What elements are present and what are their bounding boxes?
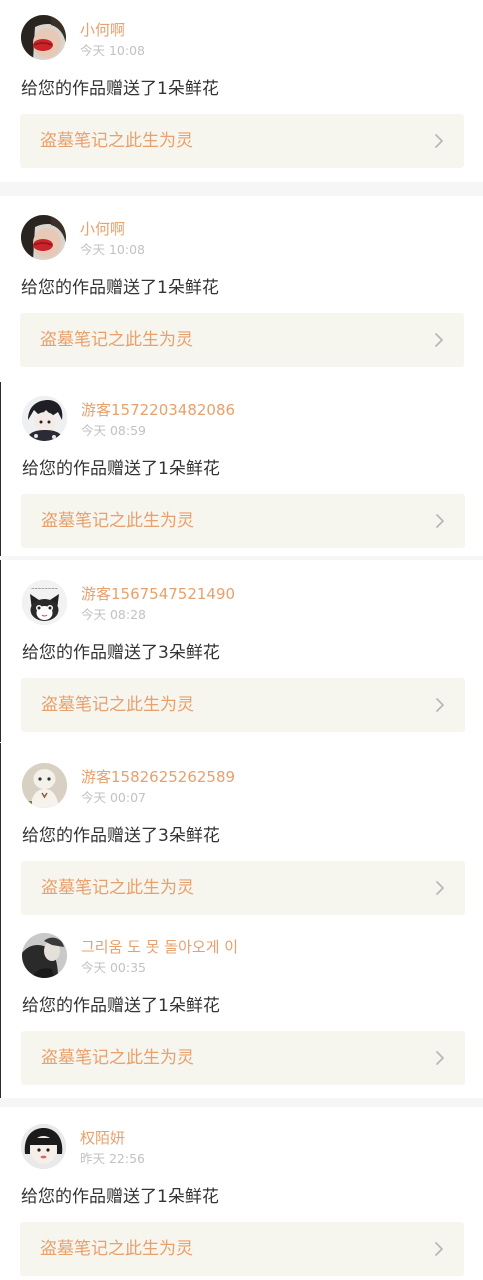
work-title: 盗墓笔记之此生为灵 xyxy=(41,1048,194,1068)
notification-card: 그리움 도 못 돌아오게 이 今天 00:35 给您的作品赠送了1朵鲜花 盗墓笔… xyxy=(0,920,483,1098)
svg-text:~~~~~~~~: ~~~~~~~~ xyxy=(31,586,58,591)
chevron-right-icon xyxy=(435,134,443,148)
timestamp: 昨天 22:56 xyxy=(80,1151,145,1166)
timestamp: 今天 08:28 xyxy=(81,607,146,622)
notification-card: ~~~~~~~~ 游客1567547521490 今天 08:28 给您的作品赠… xyxy=(0,560,483,742)
notification-card: 权陌妍 昨天 22:56 给您的作品赠送了1朵鲜花 盗墓笔记之此生为灵 xyxy=(0,1107,483,1280)
chevron-right-icon xyxy=(436,881,444,895)
avatar[interactable] xyxy=(22,396,67,441)
work-title: 盗墓笔记之此生为灵 xyxy=(41,511,194,531)
username[interactable]: 그리움 도 못 돌아오게 이 xyxy=(81,938,238,956)
work-link[interactable]: 盗墓笔记之此生为灵 xyxy=(21,494,465,548)
work-link[interactable]: 盗墓笔记之此生为灵 xyxy=(21,1031,465,1085)
username[interactable]: 小何啊 xyxy=(80,21,125,39)
gift-message: 给您的作品赠送了1朵鲜花 xyxy=(21,1187,219,1207)
timestamp: 今天 00:07 xyxy=(81,790,146,805)
notification-card: 游客1582625262589 今天 00:07 给您的作品赠送了3朵鲜花 盗墓… xyxy=(0,743,483,920)
avatar[interactable] xyxy=(22,933,67,978)
avatar[interactable] xyxy=(21,1124,66,1169)
avatar[interactable]: ~~~~~~~~ xyxy=(22,580,67,625)
avatar[interactable] xyxy=(21,15,66,60)
timestamp: 今天 10:08 xyxy=(80,242,145,257)
notification-card: 小何啊 今天 10:08 给您的作品赠送了1朵鲜花 盗墓笔记之此生为灵 xyxy=(0,0,483,182)
username[interactable]: 游客1572203482086 xyxy=(81,401,235,419)
gift-message: 给您的作品赠送了1朵鲜花 xyxy=(21,278,219,298)
gift-message: 给您的作品赠送了1朵鲜花 xyxy=(21,79,219,99)
username[interactable]: 权陌妍 xyxy=(80,1129,125,1147)
username[interactable]: 游客1567547521490 xyxy=(81,585,235,603)
work-title: 盗墓笔记之此生为灵 xyxy=(41,695,194,715)
notification-card: 小何啊 今天 10:08 给您的作品赠送了1朵鲜花 盗墓笔记之此生为灵 xyxy=(0,196,483,381)
timestamp: 今天 10:08 xyxy=(80,43,145,58)
gift-message: 给您的作品赠送了3朵鲜花 xyxy=(22,643,220,663)
username[interactable]: 小何啊 xyxy=(80,220,125,238)
timestamp: 今天 08:59 xyxy=(81,423,146,438)
gift-message: 给您的作品赠送了1朵鲜花 xyxy=(22,996,220,1016)
notification-card: 游客1572203482086 今天 08:59 给您的作品赠送了1朵鲜花 盗墓… xyxy=(0,382,483,556)
work-link[interactable]: 盗墓笔记之此生为灵 xyxy=(20,313,464,367)
username[interactable]: 游客1582625262589 xyxy=(81,768,235,786)
timestamp: 今天 00:35 xyxy=(81,960,146,975)
avatar[interactable] xyxy=(21,215,66,260)
work-link[interactable]: 盗墓笔记之此生为灵 xyxy=(21,678,465,732)
section-divider xyxy=(0,1098,483,1107)
work-title: 盗墓笔记之此生为灵 xyxy=(40,330,193,350)
chevron-right-icon xyxy=(435,1242,443,1256)
work-title: 盗墓笔记之此生为灵 xyxy=(40,131,193,151)
work-link[interactable]: 盗墓笔记之此生为灵 xyxy=(20,114,464,168)
chevron-right-icon xyxy=(436,698,444,712)
gift-message: 给您的作品赠送了3朵鲜花 xyxy=(22,826,220,846)
chevron-right-icon xyxy=(436,1051,444,1065)
gift-message: 给您的作品赠送了1朵鲜花 xyxy=(22,459,220,479)
notification-feed: 小何啊 今天 10:08 给您的作品赠送了1朵鲜花 盗墓笔记之此生为灵 小何啊 … xyxy=(0,0,483,1280)
section-divider xyxy=(0,182,483,196)
chevron-right-icon xyxy=(436,514,444,528)
work-link[interactable]: 盗墓笔记之此生为灵 xyxy=(20,1222,464,1276)
chevron-right-icon xyxy=(435,333,443,347)
work-title: 盗墓笔记之此生为灵 xyxy=(41,878,194,898)
work-link[interactable]: 盗墓笔记之此生为灵 xyxy=(21,861,465,915)
work-title: 盗墓笔记之此生为灵 xyxy=(40,1239,193,1259)
avatar[interactable] xyxy=(22,763,67,808)
